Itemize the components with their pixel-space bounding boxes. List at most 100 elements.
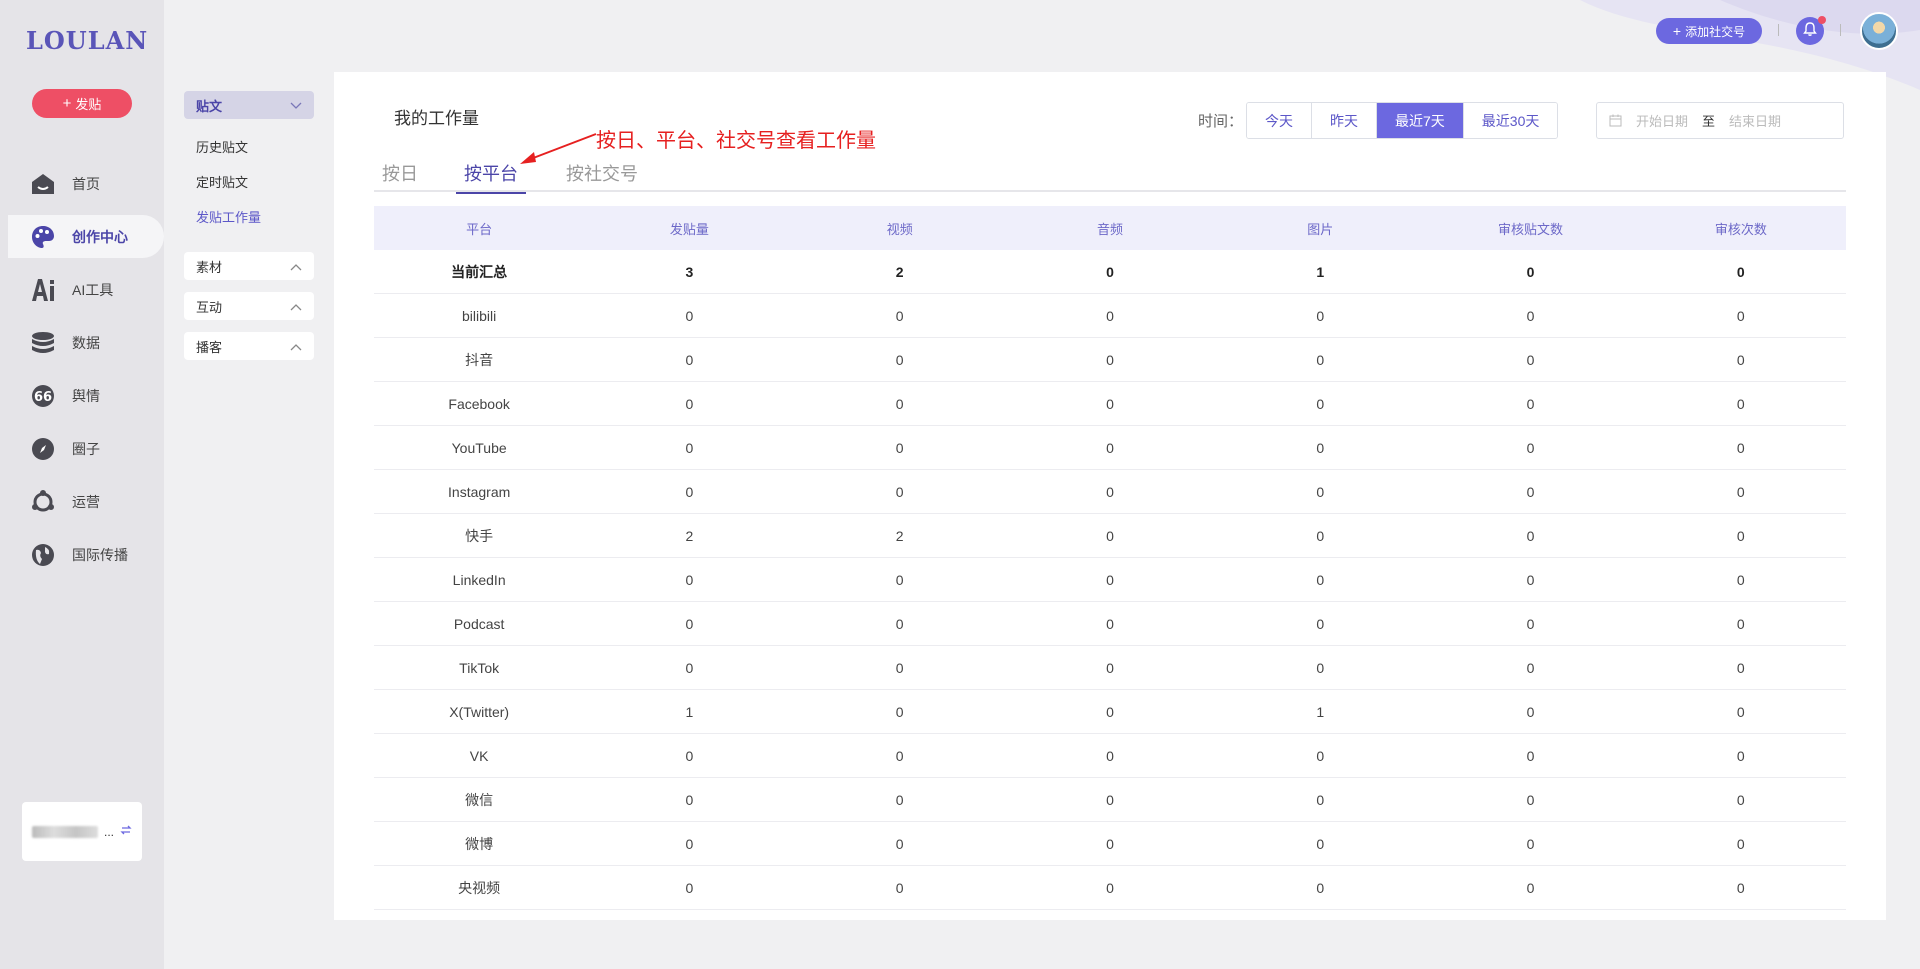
table-row: X(Twitter) 1 0 0 1 0 0 (374, 690, 1846, 734)
value-cell: 0 (1316, 439, 1325, 456)
submenu-group-interaction[interactable]: 互动 (184, 292, 314, 320)
user-avatar[interactable] (1860, 12, 1898, 50)
main-panel: 我的工作量 按日、平台、社交号查看工作量 时间： 今天 昨天 最近7天 最近30… (334, 72, 1886, 920)
nav-label-operation: 运营 (72, 493, 100, 510)
value-cell: 0 (1316, 879, 1325, 896)
range-today-button[interactable]: 今天 (1247, 103, 1312, 138)
table-row: 微信 0 0 0 0 0 0 (374, 778, 1846, 822)
platform-cell: LinkedIn (452, 571, 506, 588)
end-date-input[interactable]: 结束日期 (1729, 111, 1781, 130)
value-cell: 0 (1526, 483, 1535, 500)
nav-item-international[interactable]: 国际传播 (0, 533, 164, 576)
submenu-group-material[interactable]: 素材 (184, 252, 314, 280)
value-cell: 0 (685, 615, 694, 632)
nav-label-home: 首页 (72, 175, 100, 192)
value-cell: 0 (1106, 395, 1114, 412)
value-cell: 0 (1106, 571, 1114, 588)
account-name-blurred (32, 825, 98, 838)
chevron-up-icon (290, 339, 302, 354)
value-cell: 0 (1316, 791, 1325, 808)
range-yesterday-button[interactable]: 昨天 (1312, 103, 1377, 138)
date-range-picker[interactable]: 开始日期 至 结束日期 (1596, 102, 1844, 139)
add-social-account-button[interactable]: + 添加社交号 (1656, 18, 1762, 44)
value-cell: 0 (1316, 307, 1325, 324)
submenu-item-post-workload[interactable]: 发贴工作量 (184, 199, 314, 234)
value-cell: 0 (685, 483, 694, 500)
value-cell: 0 (895, 747, 904, 764)
nav-list: 首页 创作中心 AI工具 数据 66 舆情 圈子 运营 国际传播 (0, 162, 164, 586)
range-last-7-days-button[interactable]: 最近7天 (1377, 103, 1464, 138)
platform-cell: VK (469, 747, 489, 764)
value-cell: 1 (1316, 703, 1325, 720)
submenu-item-scheduled-posts[interactable]: 定时贴文 (184, 164, 314, 199)
nav-item-circle[interactable]: 圈子 (0, 427, 164, 470)
value-cell: 0 (1736, 879, 1745, 896)
value-cell: 0 (1316, 571, 1325, 588)
page-title: 我的工作量 (394, 109, 479, 128)
value-cell: 0 (1106, 263, 1114, 280)
submenu-group-podcast-label: 播客 (196, 339, 223, 355)
value-cell: 0 (1316, 659, 1325, 676)
value-cell: 0 (895, 703, 904, 720)
column-header: 审核贴文数 (1498, 221, 1564, 237)
account-switcher[interactable]: ... (22, 802, 142, 861)
value-cell: 0 (1736, 571, 1745, 588)
nav-item-home[interactable]: 首页 (0, 162, 164, 205)
nav-item-creation-center[interactable]: 创作中心 (8, 215, 164, 258)
globe-icon (30, 542, 56, 568)
value-cell: 0 (1316, 351, 1325, 368)
nav-item-data[interactable]: 数据 (0, 321, 164, 364)
start-date-input[interactable]: 开始日期 (1636, 111, 1688, 130)
value-cell: 0 (1106, 791, 1114, 808)
value-cell: 0 (685, 659, 694, 676)
nav-label-ai-tools: AI工具 (72, 281, 114, 298)
value-cell: 0 (1106, 835, 1114, 852)
new-post-label: 发贴 (75, 97, 102, 112)
divider (1778, 24, 1779, 36)
range-last-30-days-button[interactable]: 最近30天 (1463, 103, 1558, 138)
table-row: 抖音 0 0 0 0 0 0 (374, 338, 1846, 382)
nav-item-ai-tools[interactable]: AI工具 (0, 268, 164, 311)
table-row: Podcast 0 0 0 0 0 0 (374, 602, 1846, 646)
value-cell: 0 (685, 835, 694, 852)
value-cell: 0 (1736, 483, 1745, 500)
submenu-group-posts[interactable]: 贴文 (184, 91, 314, 119)
nav-item-public-opinion[interactable]: 66 舆情 (0, 374, 164, 417)
table-row: LinkedIn 0 0 0 0 0 0 (374, 558, 1846, 602)
platform-cell: 抖音 (465, 351, 494, 368)
value-cell: 0 (1736, 527, 1745, 544)
column-header: 图片 (1307, 221, 1334, 237)
value-cell: 0 (1736, 351, 1745, 368)
value-cell: 0 (1526, 263, 1535, 280)
new-post-button[interactable]: + 发贴 (32, 89, 132, 118)
value-cell: 0 (1526, 439, 1535, 456)
date-separator: 至 (1702, 114, 1716, 129)
platform-cell: 当前汇总 (451, 263, 508, 280)
tab-by-platform[interactable]: 按平台 (456, 160, 526, 194)
platform-cell: 微信 (465, 791, 494, 808)
value-cell: 0 (685, 351, 694, 368)
value-cell: 0 (895, 571, 904, 588)
value-cell: 0 (685, 307, 694, 324)
platform-cell: bilibili (462, 307, 497, 324)
value-cell: 0 (895, 483, 904, 500)
value-cell: 0 (1106, 483, 1114, 500)
nav-item-operation[interactable]: 运营 (0, 480, 164, 523)
value-cell: 0 (1526, 879, 1535, 896)
chevron-up-icon (290, 299, 302, 314)
submenu-item-history-posts[interactable]: 历史贴文 (184, 129, 314, 164)
submenu-group-posts-label: 贴文 (196, 98, 223, 114)
switch-icon (120, 824, 132, 839)
calendar-icon (1609, 114, 1622, 127)
table-row: 快手 2 2 0 0 0 0 (374, 514, 1846, 558)
compass-icon (30, 436, 56, 462)
value-cell: 0 (895, 307, 904, 324)
value-cell: 0 (1106, 527, 1114, 544)
column-header: 音频 (1096, 221, 1123, 237)
plus-icon: + (62, 95, 72, 112)
tab-by-day[interactable]: 按日 (374, 160, 426, 190)
value-cell: 0 (895, 659, 904, 676)
submenu-group-podcast[interactable]: 播客 (184, 332, 314, 360)
tab-by-social-account[interactable]: 按社交号 (558, 160, 646, 190)
value-cell: 0 (1106, 307, 1114, 324)
